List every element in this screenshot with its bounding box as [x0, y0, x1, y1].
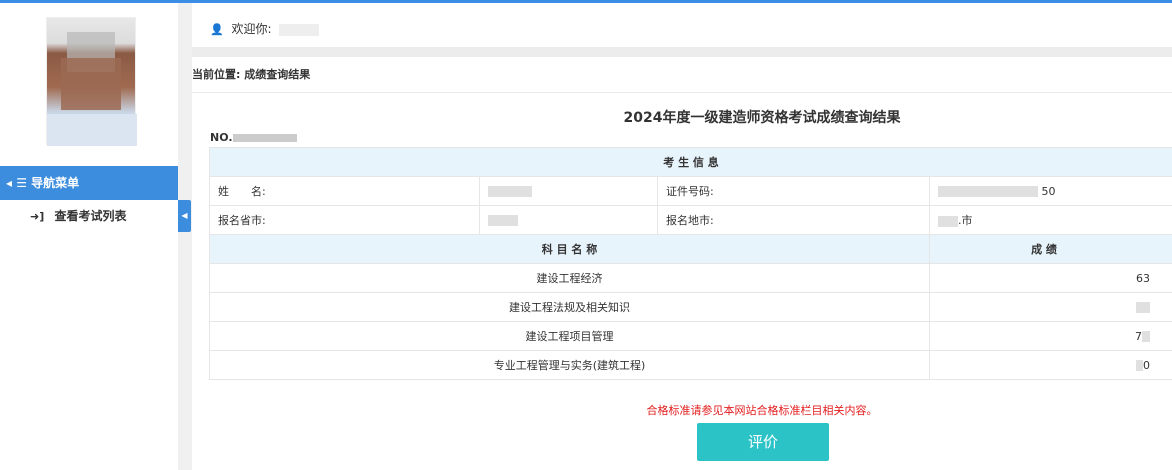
id-label: 证件号码: — [657, 176, 930, 206]
table-row: 建设工程项目管理 7 — [209, 321, 1172, 351]
subject-header: 科 目 名 称 — [209, 234, 930, 264]
table-row: 专业工程管理与实务(建筑工程) 0 — [209, 350, 1172, 380]
subject-score: 0 — [929, 350, 1172, 380]
subject-name: 专业工程管理与实务(建筑工程) — [209, 350, 930, 380]
table-row: 建设工程法规及相关知识 — [209, 292, 1172, 322]
section-header: 考 生 信 息 — [209, 147, 1172, 177]
breadcrumb: 当前位置: 成绩查询结果 — [192, 57, 1172, 93]
result-content: 2024年度一级建造师资格考试成绩查询结果 NO. 考 生 信 息 姓 名: 证… — [192, 93, 1172, 470]
collapse-arrow-icon[interactable]: ◀ — [178, 200, 191, 232]
table-row: 建设工程经济 63 — [209, 263, 1172, 293]
user-name-redacted — [279, 23, 320, 36]
score-header: 成 绩 — [929, 234, 1172, 264]
qualification-notice: 合格标准请参见本网站合格标准栏目相关内容。 — [646, 404, 878, 417]
sidebar-item-exam-list[interactable]: ➜] 查看考试列表 — [0, 203, 178, 229]
sidebar: ◂ ☰ 导航菜单 ➜] 查看考试列表 — [0, 3, 178, 470]
subject-score: 7 — [929, 321, 1172, 351]
welcome-text: 欢迎你: — [231, 22, 272, 36]
sidebar-item-label: 查看考试列表 — [54, 209, 127, 223]
table-row: 科 目 名 称 成 绩 — [209, 234, 1172, 264]
sidebar-gutter — [178, 3, 192, 470]
page-title: 2024年度一级建造师资格考试成绩查询结果 — [623, 110, 901, 126]
user-icon: 👤 — [210, 23, 224, 36]
subject-name: 建设工程法规及相关知识 — [209, 292, 930, 322]
divider-band — [192, 47, 1172, 57]
province-label: 报名省市: — [209, 205, 480, 235]
province-value — [479, 205, 658, 235]
name-value — [479, 176, 658, 206]
nav-menu-header[interactable]: ◂ ☰ 导航菜单 — [0, 166, 178, 200]
name-label: 姓 名: — [209, 176, 480, 206]
id-value: 50 — [929, 176, 1172, 206]
city-label: 报名地市: — [657, 205, 930, 235]
subject-name: 建设工程经济 — [209, 263, 930, 293]
subject-score — [929, 292, 1172, 322]
top-bar: 👤 欢迎你: — [192, 3, 1172, 47]
table-row: 考 生 信 息 — [209, 147, 1172, 177]
sign-in-icon: ➜] — [30, 210, 45, 223]
table-row: 姓 名: 证件号码: 50 — [209, 176, 1172, 206]
avatar — [46, 17, 137, 146]
table-row: 报名省市: 报名地市: .市 — [209, 205, 1172, 235]
subject-name: 建设工程项目管理 — [209, 321, 930, 351]
subject-score: 63 — [929, 263, 1172, 293]
certificate-number: NO. — [210, 131, 297, 144]
result-table: 考 生 信 息 姓 名: 证件号码: 50 报名省市: 报名地市: .市 科 目… — [209, 147, 1172, 380]
evaluate-button[interactable]: 评价 — [697, 423, 829, 461]
city-value: .市 — [929, 205, 1172, 235]
